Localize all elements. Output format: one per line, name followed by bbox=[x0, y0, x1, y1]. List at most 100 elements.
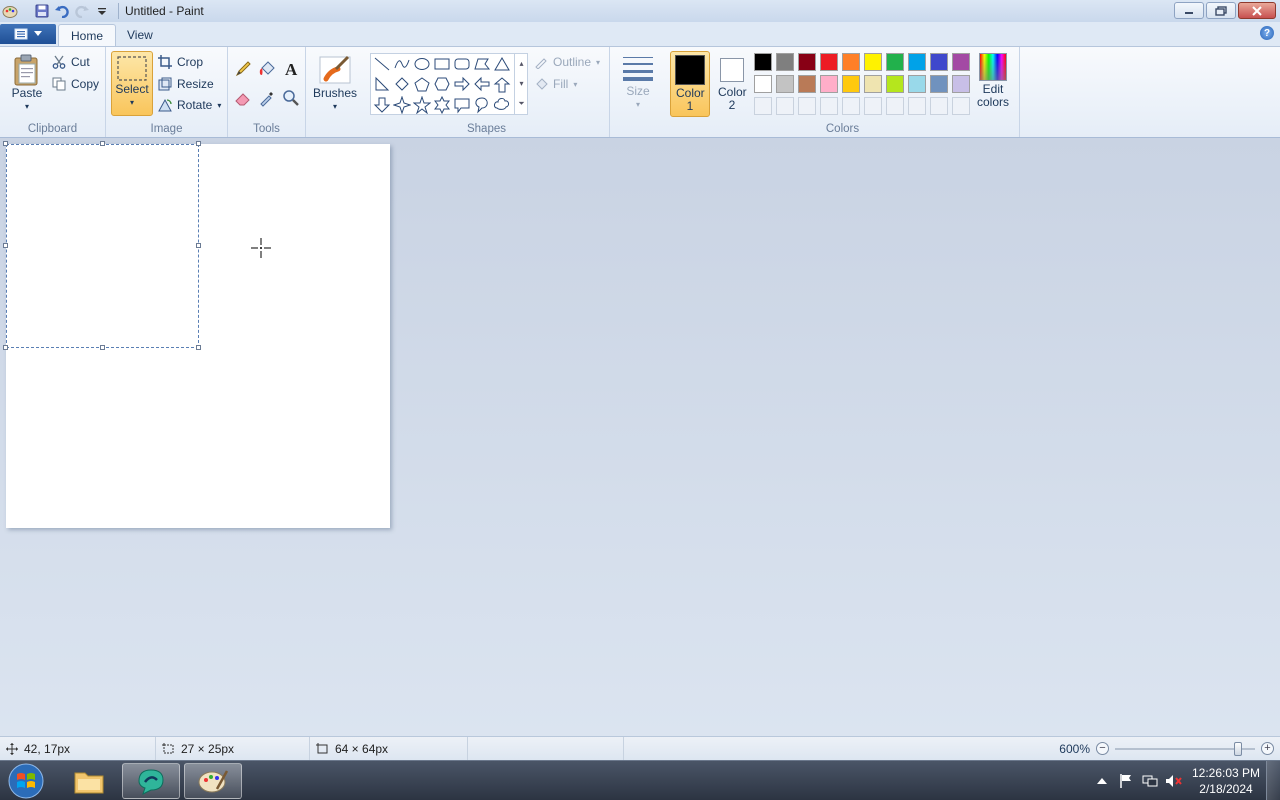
polygon-shape-icon[interactable] bbox=[472, 55, 492, 75]
close-button[interactable] bbox=[1238, 2, 1276, 19]
fill-bucket-icon[interactable] bbox=[256, 58, 278, 80]
show-hidden-icons-icon[interactable] bbox=[1090, 769, 1114, 793]
zoom-slider[interactable] bbox=[1115, 741, 1255, 756]
oval-shape-icon[interactable] bbox=[412, 55, 432, 75]
resize-button[interactable]: Resize bbox=[158, 74, 214, 94]
canvas-workspace[interactable] bbox=[0, 138, 1280, 736]
hexagon-shape-icon[interactable] bbox=[432, 75, 452, 95]
shapes-scroll-down-icon[interactable]: ▾ bbox=[519, 79, 523, 88]
selection-handle-bottom-left[interactable] bbox=[3, 345, 8, 350]
color-swatch[interactable] bbox=[908, 75, 926, 93]
taskbar-paint-button[interactable] bbox=[184, 763, 242, 799]
color-swatch[interactable] bbox=[930, 53, 948, 71]
line-shape-icon[interactable] bbox=[372, 55, 392, 75]
pencil-icon[interactable] bbox=[232, 58, 254, 80]
cloud-callout-shape-icon[interactable] bbox=[492, 95, 512, 115]
custom-color-slot[interactable] bbox=[842, 97, 860, 115]
custom-color-slot[interactable] bbox=[798, 97, 816, 115]
color-swatch[interactable] bbox=[754, 53, 772, 71]
custom-color-slot[interactable] bbox=[864, 97, 882, 115]
color-swatch[interactable] bbox=[842, 53, 860, 71]
selection-handle-top[interactable] bbox=[100, 141, 105, 146]
custom-color-slot[interactable] bbox=[908, 97, 926, 115]
shapes-scrollbar[interactable]: ▴ ▾ ⏷ bbox=[514, 53, 528, 115]
brushes-button[interactable]: Brushes ▾ bbox=[312, 53, 358, 113]
down-arrow-shape-icon[interactable] bbox=[372, 95, 392, 115]
color-swatch[interactable] bbox=[754, 75, 772, 93]
redo-icon[interactable] bbox=[72, 1, 92, 21]
selection-handle-bottom-right[interactable] bbox=[196, 345, 201, 350]
selection-handle-top-left[interactable] bbox=[3, 141, 8, 146]
four-point-star-shape-icon[interactable] bbox=[392, 95, 412, 115]
volume-muted-icon[interactable] bbox=[1162, 769, 1186, 793]
selection-handle-left[interactable] bbox=[3, 243, 8, 248]
copy-button[interactable]: Copy bbox=[52, 74, 99, 94]
custom-color-slot[interactable] bbox=[930, 97, 948, 115]
color-swatch[interactable] bbox=[776, 75, 794, 93]
magnifier-icon[interactable] bbox=[280, 87, 302, 109]
help-icon[interactable]: ? bbox=[1260, 26, 1274, 40]
edit-colors-button[interactable]: Edit colors bbox=[974, 53, 1012, 109]
triangle-shape-icon[interactable] bbox=[492, 55, 512, 75]
rounded-rectangle-shape-icon[interactable] bbox=[452, 55, 472, 75]
color-swatch[interactable] bbox=[952, 75, 970, 93]
paint-menu-button[interactable] bbox=[0, 24, 56, 44]
clock[interactable]: 12:26:03 PM 2/18/2024 bbox=[1186, 765, 1266, 797]
selection-handle-top-right[interactable] bbox=[196, 141, 201, 146]
eraser-icon[interactable] bbox=[232, 87, 254, 109]
color-swatch[interactable] bbox=[952, 53, 970, 71]
color1-button[interactable]: Color 1 bbox=[670, 51, 710, 117]
selection-rectangle[interactable] bbox=[6, 144, 199, 348]
action-center-flag-icon[interactable] bbox=[1114, 769, 1138, 793]
zoom-out-button[interactable]: − bbox=[1096, 742, 1109, 755]
color-swatch[interactable] bbox=[886, 75, 904, 93]
color-picker-icon[interactable] bbox=[256, 87, 278, 109]
tab-home[interactable]: Home bbox=[58, 24, 117, 46]
color-swatch[interactable] bbox=[908, 53, 926, 71]
color-swatch[interactable] bbox=[842, 75, 860, 93]
color-swatch[interactable] bbox=[798, 75, 816, 93]
color-swatch[interactable] bbox=[776, 53, 794, 71]
curve-shape-icon[interactable] bbox=[392, 55, 412, 75]
color-swatch[interactable] bbox=[886, 53, 904, 71]
shapes-expand-icon[interactable]: ⏷ bbox=[518, 99, 524, 109]
zoom-in-button[interactable]: + bbox=[1261, 742, 1274, 755]
right-triangle-shape-icon[interactable] bbox=[372, 75, 392, 95]
drawing-canvas[interactable] bbox=[3, 141, 390, 528]
size-button[interactable]: Size ▾ bbox=[618, 53, 658, 111]
customize-toolbar-dropdown[interactable] bbox=[92, 1, 112, 21]
rotate-button[interactable]: Rotate ▾ bbox=[158, 95, 221, 115]
color-swatch[interactable] bbox=[820, 53, 838, 71]
undo-icon[interactable] bbox=[52, 1, 72, 21]
shapes-scroll-up-icon[interactable]: ▴ bbox=[519, 59, 523, 68]
crop-button[interactable]: Crop bbox=[158, 52, 203, 72]
network-icon[interactable] bbox=[1138, 769, 1162, 793]
color-swatch[interactable] bbox=[820, 75, 838, 93]
paste-button[interactable]: Paste ▾ bbox=[8, 53, 46, 113]
custom-color-slot[interactable] bbox=[754, 97, 772, 115]
right-arrow-shape-icon[interactable] bbox=[452, 75, 472, 95]
restore-button[interactable] bbox=[1206, 2, 1236, 19]
six-point-star-shape-icon[interactable] bbox=[432, 95, 452, 115]
custom-color-slot[interactable] bbox=[820, 97, 838, 115]
minimize-button[interactable] bbox=[1174, 2, 1204, 19]
color-swatch[interactable] bbox=[798, 53, 816, 71]
left-arrow-shape-icon[interactable] bbox=[472, 75, 492, 95]
diamond-shape-icon[interactable] bbox=[392, 75, 412, 95]
custom-color-slot[interactable] bbox=[886, 97, 904, 115]
rounded-callout-shape-icon[interactable] bbox=[452, 95, 472, 115]
text-icon[interactable]: A bbox=[280, 58, 302, 80]
color-swatch[interactable] bbox=[864, 75, 882, 93]
paint-app-icon[interactable] bbox=[0, 1, 20, 21]
tab-view[interactable]: View bbox=[115, 24, 165, 46]
fill-button[interactable]: Fill ▾ bbox=[534, 74, 577, 94]
show-desktop-button[interactable] bbox=[1266, 761, 1280, 800]
save-icon[interactable] bbox=[32, 1, 52, 21]
five-point-star-shape-icon[interactable] bbox=[412, 95, 432, 115]
custom-color-slot[interactable] bbox=[776, 97, 794, 115]
taskbar-app-button[interactable] bbox=[122, 763, 180, 799]
color-swatch[interactable] bbox=[864, 53, 882, 71]
color2-button[interactable]: Color 2 bbox=[712, 51, 752, 117]
outline-button[interactable]: Outline ▾ bbox=[534, 52, 600, 72]
custom-color-slot[interactable] bbox=[952, 97, 970, 115]
